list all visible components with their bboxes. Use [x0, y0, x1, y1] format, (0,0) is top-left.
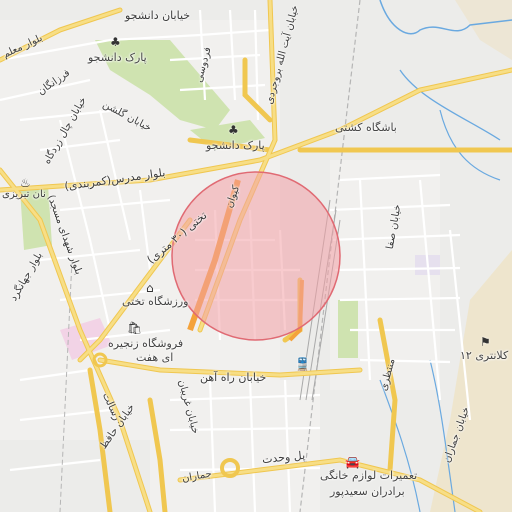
map-view[interactable]: ♣ ♣ ♨ ⌂ 🛍 🚆 🚘 ⚑ بلوار معلم خیابان دانشجو… — [0, 0, 512, 512]
poi-label-tamirat-2[interactable]: برادران سعیدپور — [330, 486, 405, 497]
poi-label-forushgah-2[interactable]: ای هفت — [136, 352, 173, 363]
bakery-icon[interactable]: ♨ — [20, 177, 31, 189]
poi-label-kalantari[interactable]: کلانتری ۱۲ — [460, 350, 508, 361]
poi-label-tamirat[interactable]: تعمیرات لوازم خانگی — [320, 470, 417, 481]
tree-icon[interactable]: ♣ — [110, 36, 121, 48]
shopping-bag-icon[interactable]: 🛍 — [127, 322, 142, 334]
train-station-icon[interactable]: 🚆 — [295, 358, 310, 370]
search-radius-circle — [171, 171, 341, 341]
street-label-rahahan: خیابان راه آهن — [200, 371, 267, 384]
car-repair-icon[interactable]: 🚘 — [345, 456, 360, 468]
poi-label-varzeshgah[interactable]: ورزشگاه تختی — [122, 296, 189, 307]
poi-label-park-daneshjoo[interactable]: پارک دانشجو — [206, 140, 265, 151]
poi-label-bashgah-koshti[interactable]: باشگاه کشتی — [335, 122, 397, 133]
stadium-icon[interactable]: ⌂ — [146, 282, 154, 294]
poi-label-park-daneshjoo-top[interactable]: پارک دانشجو — [88, 52, 147, 63]
tree-icon[interactable]: ♣ — [228, 124, 239, 136]
police-icon[interactable]: ⚑ — [480, 336, 491, 348]
poi-label-forushgah[interactable]: فروشگاه زنجیره — [108, 338, 183, 349]
street-label-daneshjoo: خیابان دانشجو — [125, 9, 191, 22]
poi-label-tabrizi[interactable]: نان تبریزی — [2, 190, 46, 200]
